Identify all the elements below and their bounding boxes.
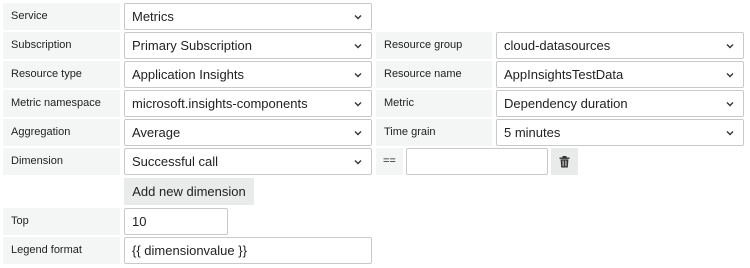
dimension-select[interactable]: Successful call [124,148,372,175]
dimension-label: Dimension [3,148,120,175]
chevron-down-icon [726,131,734,136]
legend-format-label: Legend format [3,237,120,264]
top-label: Top [3,208,120,235]
chevron-down-icon [354,15,362,20]
time-grain-select[interactable]: 5 minutes [496,119,744,146]
subscription-select[interactable]: Primary Subscription [124,32,372,59]
resource-group-select[interactable]: cloud-datasources [496,32,744,59]
chevron-down-icon [354,73,362,78]
dimension-filter-input[interactable] [406,148,548,175]
resource-group-label: Resource group [376,32,492,59]
metric-namespace-value: microsoft.insights-components [132,96,308,111]
chevron-down-icon [354,160,362,165]
aggregation-label: Aggregation [3,119,120,146]
service-select[interactable]: Metrics [124,3,372,30]
service-value: Metrics [132,9,174,24]
dimension-operator: == [376,148,403,175]
resource-type-select[interactable]: Application Insights [124,61,372,88]
aggregation-value: Average [132,125,181,140]
resource-name-select[interactable]: AppInsightsTestData [496,61,744,88]
trash-icon [559,155,570,167]
subscription-label: Subscription [3,32,120,59]
dimension-value: Successful call [132,154,218,169]
metric-label: Metric [376,90,492,117]
resource-name-label: Resource name [376,61,492,88]
resource-type-value: Application Insights [132,67,245,82]
chevron-down-icon [726,73,734,78]
chevron-down-icon [354,131,362,136]
chevron-down-icon [354,102,362,107]
resource-group-value: cloud-datasources [504,38,611,53]
remove-dimension-button[interactable] [551,148,578,175]
service-label: Service [3,3,120,30]
subscription-value: Primary Subscription [132,38,252,53]
metric-value: Dependency duration [504,96,628,111]
metric-select[interactable]: Dependency duration [496,90,744,117]
aggregation-select[interactable]: Average [124,119,372,146]
top-input[interactable]: 10 [124,208,228,235]
metric-namespace-label: Metric namespace [3,90,120,117]
resource-type-label: Resource type [3,61,120,88]
time-grain-label: Time grain [376,119,492,146]
chevron-down-icon [726,102,734,107]
time-grain-value: 5 minutes [504,125,561,140]
resource-name-value: AppInsightsTestData [504,67,624,82]
add-new-dimension-button[interactable]: Add new dimension [124,178,254,205]
metric-namespace-select[interactable]: microsoft.insights-components [124,90,372,117]
chevron-down-icon [726,44,734,49]
chevron-down-icon [354,44,362,49]
legend-format-input[interactable]: {{ dimensionvalue }} [124,237,372,264]
